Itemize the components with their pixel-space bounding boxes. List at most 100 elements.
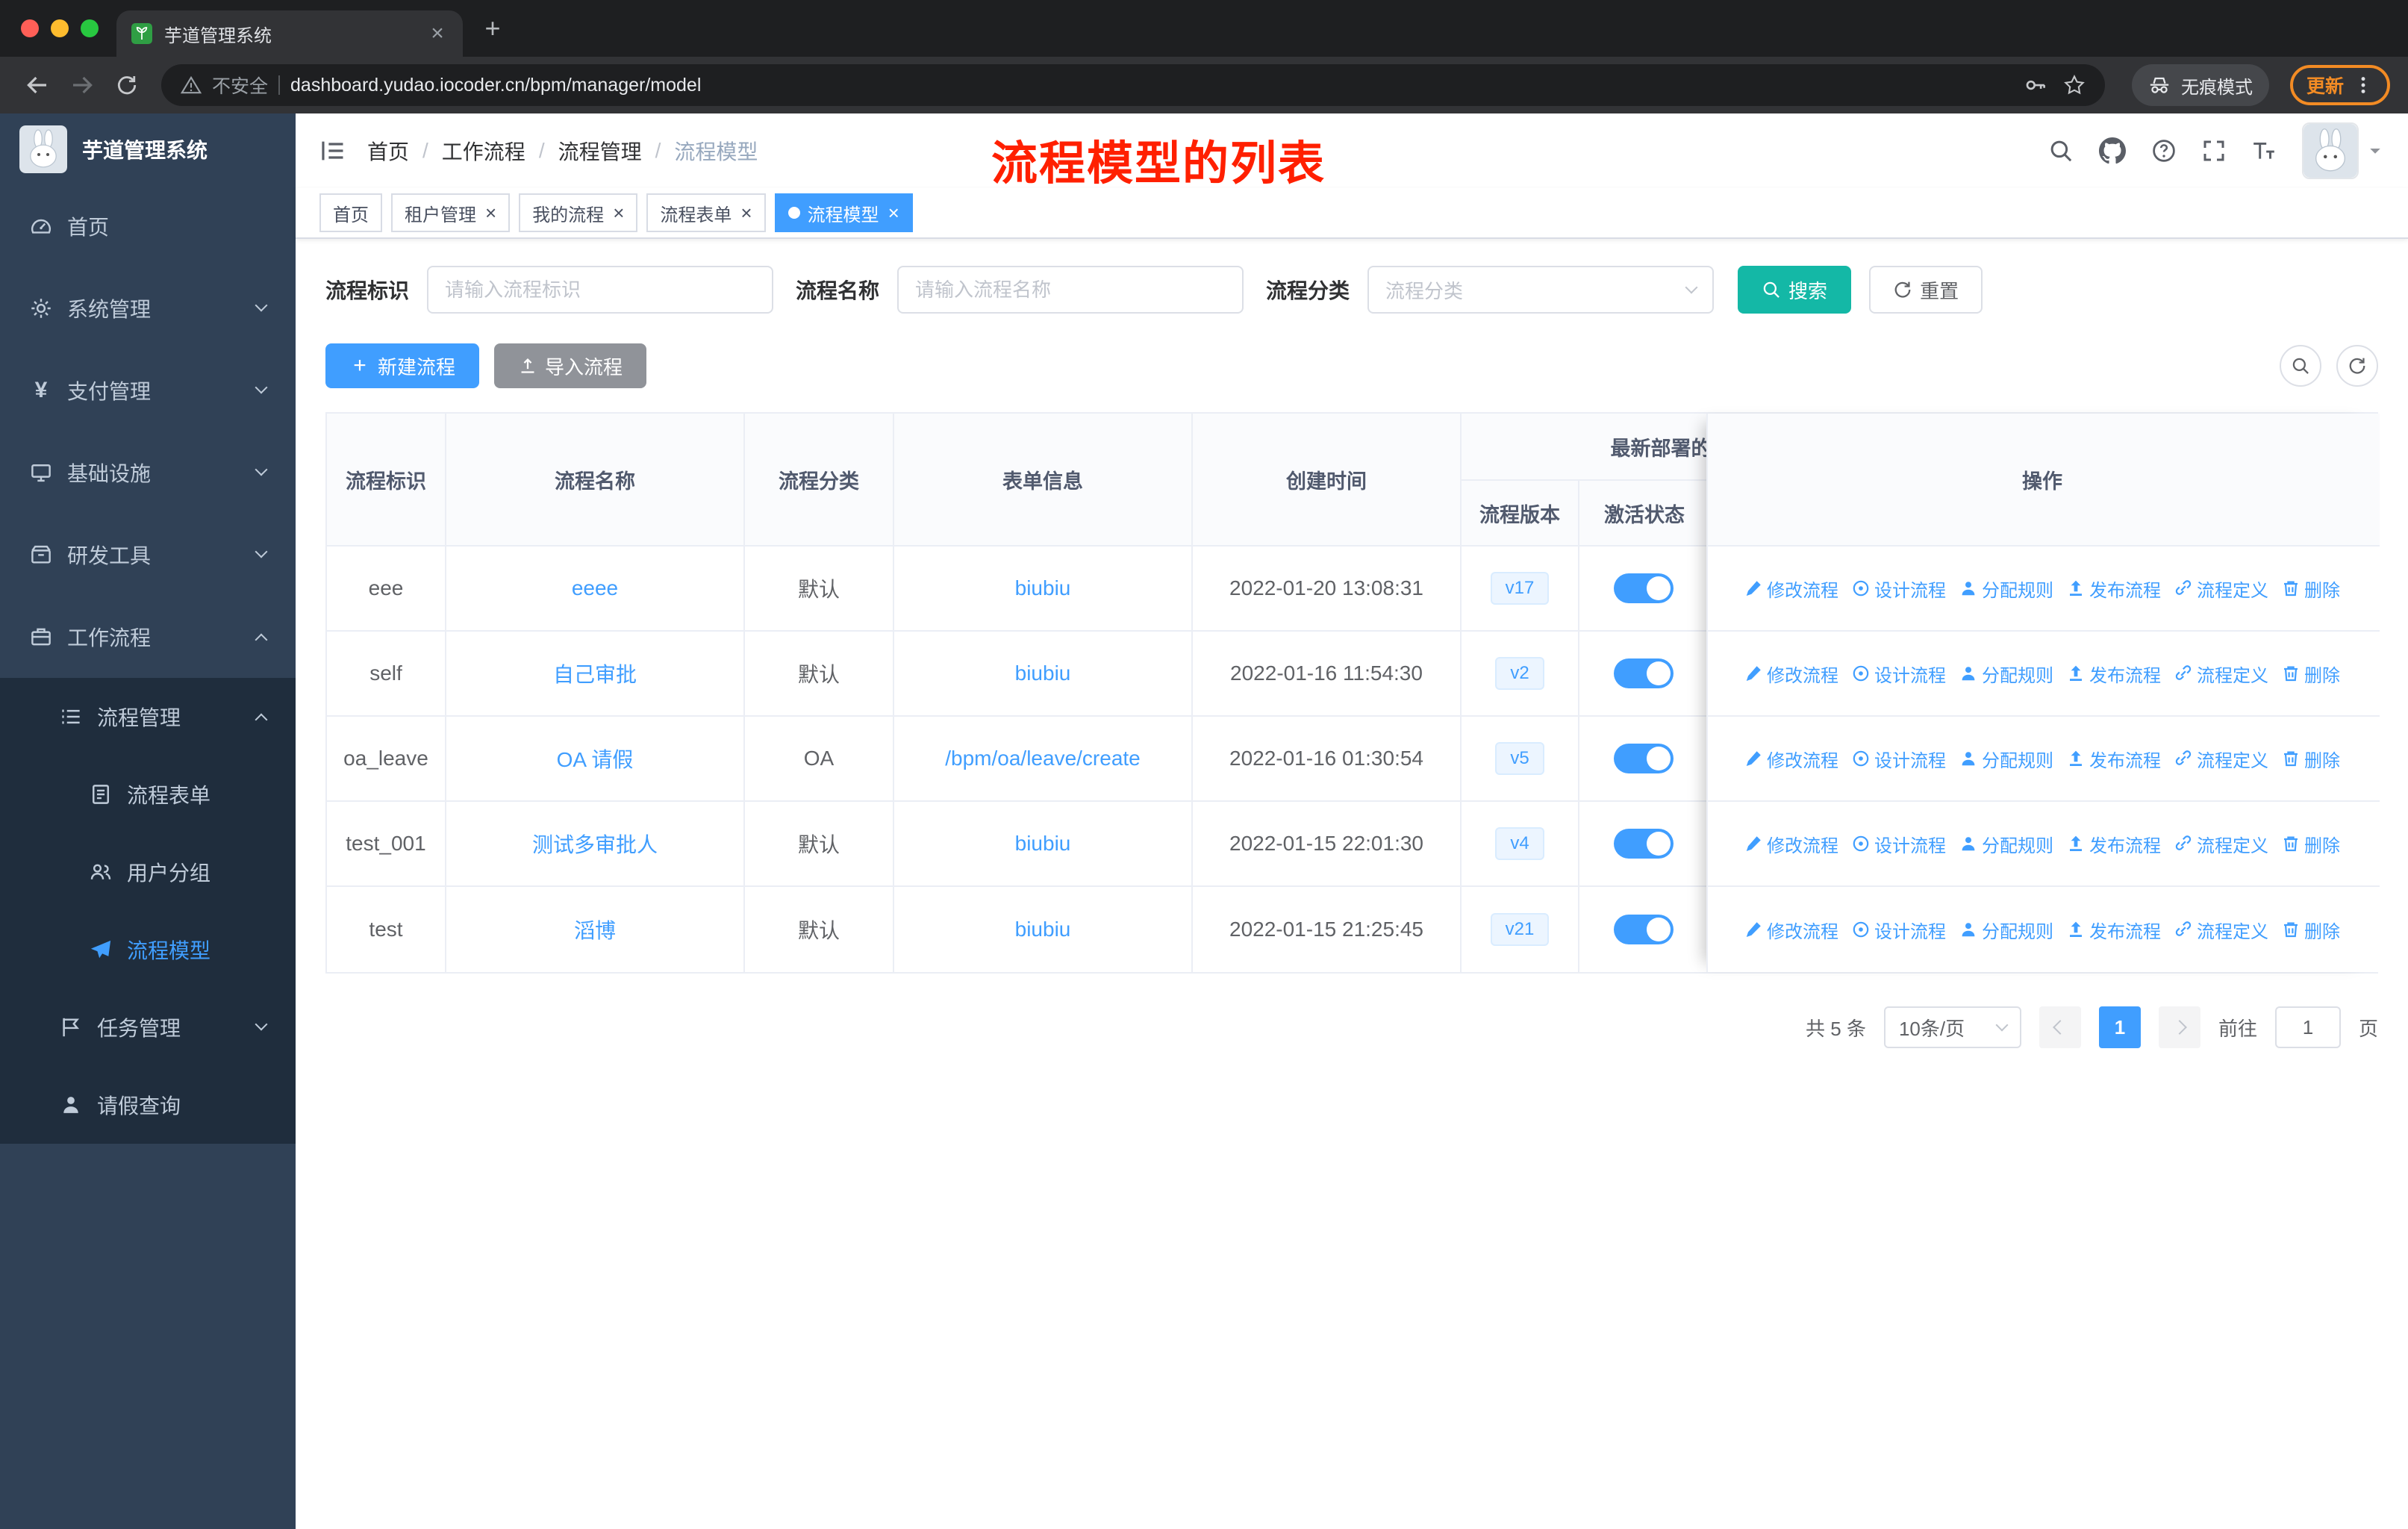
action-link[interactable]: 设计流程 bbox=[1852, 661, 1946, 687]
sidebar-menu-item[interactable]: 工作流程 bbox=[0, 596, 296, 678]
menu-fold-icon[interactable] bbox=[319, 137, 346, 164]
category-select[interactable]: 流程分类 bbox=[1367, 266, 1715, 314]
active-switch[interactable] bbox=[1614, 658, 1674, 688]
page-size-select[interactable]: 10条/页 bbox=[1883, 1006, 2021, 1048]
update-chip[interactable]: 更新 bbox=[2289, 65, 2390, 105]
import-process-button[interactable]: 导入流程 bbox=[494, 343, 647, 388]
action-link[interactable]: 修改流程 bbox=[1744, 746, 1838, 772]
window-minimize-button[interactable] bbox=[51, 19, 69, 37]
goto-page-input[interactable] bbox=[2274, 1006, 2341, 1048]
view-tag[interactable]: 我的流程 × bbox=[519, 193, 638, 232]
action-link[interactable]: 删除 bbox=[2282, 917, 2340, 943]
process-name-link[interactable]: 滔博 bbox=[574, 919, 616, 942]
sidebar-menu-item[interactable]: 任务管理 bbox=[0, 988, 296, 1066]
sidebar-menu-item[interactable]: 流程表单 bbox=[0, 756, 296, 833]
action-link[interactable]: 流程定义 bbox=[2174, 831, 2268, 857]
view-tag[interactable]: 首页 bbox=[319, 193, 382, 232]
toggle-search-button[interactable] bbox=[2280, 345, 2321, 387]
next-page-button[interactable] bbox=[2158, 1006, 2200, 1048]
action-link[interactable]: 设计流程 bbox=[1852, 576, 1946, 602]
tag-close-icon[interactable]: × bbox=[740, 202, 752, 225]
breadcrumb-item[interactable]: 流程管理 bbox=[558, 136, 642, 166]
fullscreen-icon[interactable] bbox=[2202, 139, 2226, 163]
github-icon[interactable] bbox=[2099, 137, 2126, 164]
action-link[interactable]: 流程定义 bbox=[2174, 917, 2268, 943]
new-tab-button[interactable]: + bbox=[481, 15, 505, 42]
view-tag[interactable]: 租户管理 × bbox=[391, 193, 511, 232]
process-name-link[interactable]: OA 请假 bbox=[557, 748, 634, 771]
process-key-input[interactable] bbox=[427, 266, 774, 314]
help-icon[interactable] bbox=[2151, 138, 2177, 164]
action-link[interactable]: 设计流程 bbox=[1852, 917, 1946, 943]
sidebar-menu-item[interactable]: 研发工具 bbox=[0, 514, 296, 596]
action-link[interactable]: 分配规则 bbox=[1959, 661, 2053, 687]
action-link[interactable]: 删除 bbox=[2282, 831, 2340, 857]
process-name-link[interactable]: eeee bbox=[572, 576, 618, 600]
view-tag[interactable]: 流程表单 × bbox=[646, 193, 766, 232]
user-menu[interactable] bbox=[2302, 122, 2384, 179]
action-link[interactable]: 删除 bbox=[2282, 576, 2340, 602]
breadcrumb-item[interactable]: 工作流程 bbox=[442, 136, 525, 166]
tag-close-icon[interactable]: × bbox=[888, 202, 899, 225]
sidebar-menu-item[interactable]: 请假查询 bbox=[0, 1066, 296, 1144]
action-link[interactable]: 设计流程 bbox=[1852, 746, 1946, 772]
action-link[interactable]: 修改流程 bbox=[1744, 661, 1838, 687]
form-link[interactable]: biubiu bbox=[1015, 576, 1071, 600]
back-button[interactable] bbox=[18, 66, 57, 105]
reload-button[interactable] bbox=[107, 66, 146, 105]
browser-tab[interactable]: 芋道管理系统 × bbox=[116, 10, 463, 57]
action-link[interactable]: 发布流程 bbox=[2067, 831, 2161, 857]
app-logo[interactable]: 芋道管理系统 bbox=[0, 113, 296, 185]
password-key-icon[interactable] bbox=[2024, 74, 2047, 96]
process-name-link[interactable]: 测试多审批人 bbox=[532, 833, 658, 856]
refresh-table-button[interactable] bbox=[2336, 345, 2378, 387]
header-search-icon[interactable] bbox=[2048, 138, 2074, 164]
bookmark-star-icon[interactable] bbox=[2063, 74, 2086, 96]
action-link[interactable]: 流程定义 bbox=[2174, 576, 2268, 602]
tab-close-icon[interactable]: × bbox=[427, 22, 448, 45]
active-switch[interactable] bbox=[1614, 744, 1674, 773]
action-link[interactable]: 删除 bbox=[2282, 746, 2340, 772]
action-link[interactable]: 分配规则 bbox=[1959, 917, 2053, 943]
address-bar[interactable]: 不安全 dashboard.yudao.iocoder.cn/bpm/manag… bbox=[161, 64, 2105, 106]
action-link[interactable]: 修改流程 bbox=[1744, 576, 1838, 602]
sidebar-menu-item[interactable]: 系统管理 bbox=[0, 267, 296, 349]
window-zoom-button[interactable] bbox=[81, 19, 99, 37]
form-link[interactable]: biubiu bbox=[1015, 832, 1071, 855]
process-name-link[interactable]: 自己审批 bbox=[553, 663, 637, 686]
form-link[interactable]: /bpm/oa/leave/create bbox=[945, 747, 1141, 770]
action-link[interactable]: 设计流程 bbox=[1852, 831, 1946, 857]
active-switch[interactable] bbox=[1614, 829, 1674, 859]
action-link[interactable]: 分配规则 bbox=[1959, 576, 2053, 602]
forward-button[interactable] bbox=[63, 66, 102, 105]
font-size-icon[interactable] bbox=[2251, 138, 2277, 164]
view-tag[interactable]: 流程模型 × bbox=[774, 193, 913, 232]
active-switch[interactable] bbox=[1614, 915, 1674, 944]
active-switch[interactable] bbox=[1614, 573, 1674, 603]
action-link[interactable]: 发布流程 bbox=[2067, 746, 2161, 772]
search-button[interactable]: 搜索 bbox=[1738, 266, 1852, 314]
prev-page-button[interactable] bbox=[2039, 1006, 2081, 1048]
action-link[interactable]: 流程定义 bbox=[2174, 661, 2268, 687]
breadcrumb-item[interactable]: 首页 bbox=[367, 136, 409, 166]
sidebar-menu-item[interactable]: ¥ 支付管理 bbox=[0, 349, 296, 432]
form-link[interactable]: biubiu bbox=[1015, 661, 1071, 685]
process-name-input[interactable] bbox=[897, 266, 1244, 314]
action-link[interactable]: 删除 bbox=[2282, 661, 2340, 687]
action-link[interactable]: 发布流程 bbox=[2067, 576, 2161, 602]
sidebar-menu-item[interactable]: 用户分组 bbox=[0, 833, 296, 911]
action-link[interactable]: 分配规则 bbox=[1959, 831, 2053, 857]
sidebar-menu-item[interactable]: 基础设施 bbox=[0, 432, 296, 514]
action-link[interactable]: 分配规则 bbox=[1959, 746, 2053, 772]
action-link[interactable]: 修改流程 bbox=[1744, 831, 1838, 857]
action-link[interactable]: 流程定义 bbox=[2174, 746, 2268, 772]
action-link[interactable]: 发布流程 bbox=[2067, 917, 2161, 943]
tag-close-icon[interactable]: × bbox=[485, 202, 496, 225]
sidebar-menu-item[interactable]: 流程模型 bbox=[0, 911, 296, 988]
window-close-button[interactable] bbox=[21, 19, 39, 37]
create-process-button[interactable]: + 新建流程 bbox=[325, 343, 480, 388]
form-link[interactable]: biubiu bbox=[1015, 918, 1071, 941]
browser-menu-icon[interactable] bbox=[2353, 75, 2374, 96]
action-link[interactable]: 发布流程 bbox=[2067, 661, 2161, 687]
sidebar-menu-item[interactable]: 流程管理 bbox=[0, 678, 296, 756]
